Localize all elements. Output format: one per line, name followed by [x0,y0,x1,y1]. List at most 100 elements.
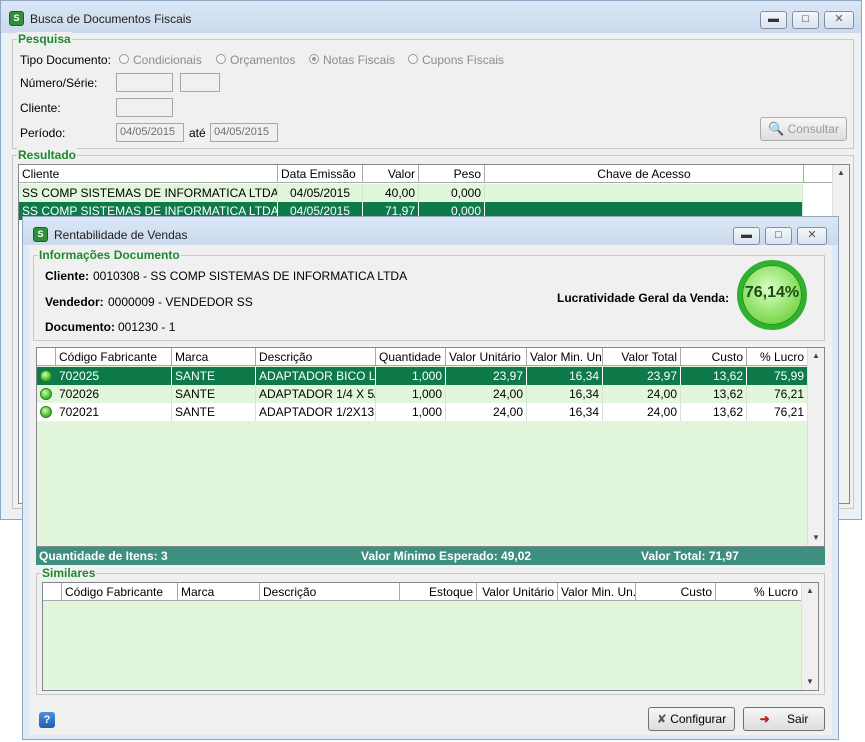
col-cliente[interactable]: Cliente [19,165,278,183]
col-chave[interactable]: Chave de Acesso [485,165,804,183]
scroll-up-icon[interactable]: ▲ [802,583,818,599]
item-marca: SANTE [172,403,256,421]
item-descricao: ADAPTADOR 1/4 X 5/ [256,385,376,403]
col-quantidade[interactable]: Quantidade [376,348,446,366]
col-codigo[interactable]: Código Fabricante [62,583,178,601]
radio-condicionais[interactable] [119,54,129,64]
radio-orcamentos[interactable] [216,54,226,64]
item-codigo: 702025 [56,367,172,385]
serie-field[interactable] [180,73,220,92]
col-valor-total[interactable]: Valor Total [603,348,681,366]
col-lucro[interactable]: % Lucro [747,348,808,366]
item-row-selected[interactable]: 702025 SANTE ADAPTADOR BICO LO 1,000 23,… [37,367,808,385]
row-peso: 0,000 [419,184,485,202]
resultado-header: Cliente Data Emissão Valor Peso Chave de… [19,165,833,183]
info-vendedor-label: Vendedor: [45,295,104,309]
item-row[interactable]: 702026 SANTE ADAPTADOR 1/4 X 5/ 1,000 24… [37,385,808,403]
rentabilidade-dialog: S Rentabilidade de Vendas ▬ □ ✕ Informaç… [22,216,839,740]
dialog-app-icon: S [33,227,48,242]
dialog-close-button[interactable]: ✕ [797,227,827,245]
col-descricao[interactable]: Descrição [260,583,400,601]
close-button[interactable]: ✕ [824,11,854,29]
item-quantidade: 1,000 [376,403,446,421]
main-titlebar[interactable]: S Busca de Documentos Fiscais ▬ □ ✕ [1,1,861,33]
col-custo[interactable]: Custo [636,583,716,601]
scroll-down-icon[interactable]: ▼ [802,674,818,690]
item-lucro: 75,99 [747,367,808,385]
dialog-minimize-button[interactable]: ▬ [733,227,760,245]
col-indicator [37,348,56,366]
col-lucro[interactable]: % Lucro [716,583,802,601]
col-codigo[interactable]: Código Fabricante [56,348,172,366]
help-icon[interactable]: ? [39,712,55,728]
col-estoque[interactable]: Estoque [400,583,477,601]
radio-orcamentos-label[interactable]: Orçamentos [230,53,295,67]
item-valor-unitario: 24,00 [446,403,527,421]
scroll-up-icon[interactable]: ▲ [833,165,849,181]
col-marca[interactable]: Marca [178,583,260,601]
col-valor-min[interactable]: Valor Min. Un. [558,583,636,601]
app-icon: S [9,11,24,26]
consultar-button[interactable]: 🔍 Consultar [760,117,847,141]
lucratividade-label: Lucratividade Geral da Venda: [557,291,730,305]
col-valor-unitario[interactable]: Valor Unitário [477,583,558,601]
resultado-legend: Resultado [17,148,78,162]
radio-notas-fiscais-label[interactable]: Notas Fiscais [323,53,395,67]
col-marca[interactable]: Marca [172,348,256,366]
info-documento-label: Documento: [45,320,115,334]
radio-condicionais-label[interactable]: Condicionais [133,53,202,67]
cliente-label: Cliente: [20,101,61,115]
item-valor-unitario: 23,97 [446,367,527,385]
similares-scrollbar[interactable]: ▲ ▼ [801,583,818,690]
col-peso[interactable]: Peso [419,165,485,183]
lucratividade-value: 76,14% [744,284,800,301]
summary-valor-minimo: Valor Mínimo Esperado: 49,02 [361,549,532,563]
col-valor[interactable]: Valor [363,165,419,183]
maximize-button[interactable]: □ [792,11,819,29]
consultar-label: Consultar [787,122,839,136]
item-custo: 13,62 [681,403,747,421]
item-lucro: 76,21 [747,403,808,421]
dialog-maximize-button[interactable]: □ [765,227,792,245]
sair-label: Sair [787,712,809,726]
items-header: Código Fabricante Marca Descrição Quanti… [37,348,808,366]
item-row[interactable]: 702021 SANTE ADAPTADOR 1/2X13 1,000 24,0… [37,403,808,421]
col-descricao[interactable]: Descrição [256,348,376,366]
info-vendedor-value: 0000009 - VENDEDOR SS [108,295,253,309]
scroll-up-icon[interactable]: ▲ [808,348,824,364]
items-scrollbar[interactable]: ▲ ▼ [807,348,824,546]
item-marca: SANTE [172,385,256,403]
minimize-button[interactable]: ▬ [760,11,787,29]
status-dot-icon [40,406,52,418]
col-valor-unitario[interactable]: Valor Unitário [446,348,527,366]
row-cliente: SS COMP SISTEMAS DE INFORMATICA LTDA [19,184,278,202]
col-data-emissao[interactable]: Data Emissão [278,165,363,183]
radio-notas-fiscais[interactable] [309,54,319,64]
radio-cupons-fiscais[interactable] [408,54,418,64]
item-marca: SANTE [172,367,256,385]
dialog-titlebar[interactable]: S Rentabilidade de Vendas ▬ □ ✕ [23,217,838,245]
info-legend: Informações Documento [38,248,181,262]
scroll-down-icon[interactable]: ▼ [808,530,824,546]
date-from-field[interactable]: 04/05/2015 [116,123,184,142]
cliente-field[interactable] [116,98,173,117]
summary-bar: Quantidade de Itens: 3 Valor Mínimo Espe… [36,547,825,565]
similares-grid[interactable]: Código Fabricante Marca Descrição Estoqu… [42,582,819,691]
col-indicator [43,583,62,601]
summary-valor-total: Valor Total: 71,97 [641,549,739,563]
numero-field[interactable] [116,73,173,92]
item-valor-total: 23,97 [603,367,681,385]
table-row[interactable]: SS COMP SISTEMAS DE INFORMATICA LTDA 04/… [19,184,803,202]
radio-cupons-fiscais-label[interactable]: Cupons Fiscais [422,53,504,67]
item-codigo: 702021 [56,403,172,421]
date-to-field[interactable]: 04/05/2015 [210,123,278,142]
row-chave [485,184,803,202]
col-custo[interactable]: Custo [681,348,747,366]
configurar-button[interactable]: ✘ Configurar [648,707,735,731]
col-valor-min[interactable]: Valor Min. Un. [527,348,603,366]
search-icon: 🔍 [768,121,785,136]
sair-button[interactable]: ➜ Sair [743,707,825,731]
configurar-label: Configurar [670,712,727,726]
item-valor-unitario: 24,00 [446,385,527,403]
items-grid[interactable]: Código Fabricante Marca Descrição Quanti… [36,347,825,547]
